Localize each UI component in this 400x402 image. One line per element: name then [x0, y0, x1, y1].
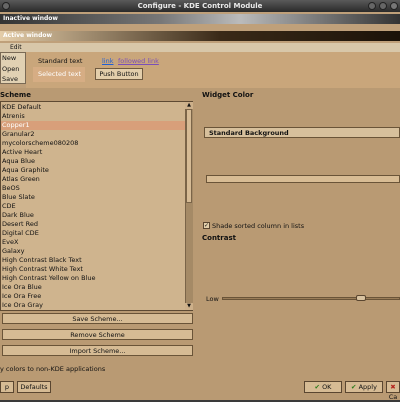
scheme-list-item[interactable]: High Contrast Black Text: [1, 256, 187, 265]
scheme-list-item[interactable]: Ice Ora Gray: [1, 301, 187, 310]
menu-item-open[interactable]: Open: [2, 64, 26, 74]
window-title: Configure - KDE Control Module: [137, 2, 263, 10]
scheme-list-item[interactable]: Active Heart: [1, 148, 187, 157]
active-window-label: Active window: [3, 32, 53, 39]
widget-color-label: Widget Color: [202, 91, 254, 99]
contrast-label: Contrast: [202, 234, 236, 242]
menu-item-save[interactable]: Save: [2, 74, 26, 84]
inactive-window-titlebar[interactable]: Inactive window: [0, 14, 400, 24]
import-scheme-button[interactable]: Import Scheme...: [2, 345, 193, 356]
maximize-icon[interactable]: [379, 2, 387, 10]
defaults-label: Defaults: [20, 383, 48, 391]
contrast-slider-track[interactable]: [222, 297, 400, 300]
apply-label: Apply: [358, 383, 377, 391]
ok-button[interactable]: ✔ OK: [304, 381, 342, 393]
scheme-list-item[interactable]: Ice Ora Blue: [1, 283, 187, 292]
scheme-list-item[interactable]: Aqua Blue: [1, 157, 187, 166]
ok-label: OK: [322, 383, 332, 391]
scroll-up-icon[interactable]: ▲: [185, 102, 193, 109]
widget-color-combo[interactable]: Standard Background: [204, 127, 400, 138]
active-window-titlebar[interactable]: Active window: [0, 31, 400, 41]
save-scheme-label: Save Scheme...: [72, 315, 123, 323]
scheme-list-item[interactable]: High Contrast White Text: [1, 265, 187, 274]
shade-sorted-label: Shade sorted column in lists: [212, 222, 305, 230]
menu-item-edit[interactable]: Edit: [10, 44, 22, 51]
scheme-list-item[interactable]: Copper1: [1, 121, 187, 130]
scheme-list[interactable]: KDE Default Atrenis Copper1 Granular2 mycolo…: [0, 101, 193, 311]
window-menu-icon[interactable]: [2, 2, 10, 10]
scheme-list-item[interactable]: KDE Default: [1, 103, 187, 112]
contrast-low-label: Low: [206, 295, 219, 303]
color-swatch-button[interactable]: [206, 175, 400, 183]
save-scheme-button[interactable]: Save Scheme...: [2, 313, 193, 324]
push-button-sample[interactable]: Push Button: [95, 68, 143, 80]
standard-text-label: Standard text: [38, 57, 83, 65]
close-icon[interactable]: [390, 2, 398, 10]
scroll-thumb[interactable]: [186, 109, 192, 203]
selected-text-sample[interactable]: Selected text: [33, 67, 85, 82]
scheme-list-item[interactable]: mycolorscheme080208: [1, 139, 187, 148]
remove-scheme-button[interactable]: Remove Scheme: [2, 329, 193, 340]
help-button[interactable]: p: [0, 381, 14, 393]
scheme-list-item[interactable]: High Contrast Yellow on Blue: [1, 274, 187, 283]
remove-scheme-label: Remove Scheme: [70, 331, 125, 339]
scheme-header: Scheme: [0, 91, 31, 99]
scheme-list-item[interactable]: BeOS: [1, 184, 187, 193]
scheme-list-item[interactable]: Granular2: [1, 130, 187, 139]
apply-button[interactable]: ✔ Apply: [345, 381, 383, 393]
inactive-window-label: Inactive window: [3, 15, 58, 22]
minimize-icon[interactable]: [368, 2, 376, 10]
scheme-list-item[interactable]: Blue Slate: [1, 193, 187, 202]
preview-popup-menu[interactable]: New Open Save: [0, 52, 26, 84]
cancel-button[interactable]: ✖ Ca: [386, 381, 400, 401]
menu-item-new[interactable]: New: [2, 53, 26, 63]
link-text[interactable]: link: [102, 57, 114, 65]
contrast-slider-handle[interactable]: [356, 295, 367, 301]
scheme-list-item[interactable]: Atlas Green: [1, 175, 187, 184]
preview-menubar[interactable]: Edit: [0, 43, 400, 52]
scroll-down-icon[interactable]: ▼: [185, 303, 193, 310]
scheme-list-item[interactable]: Dark Blue: [1, 211, 187, 220]
scheme-list-item[interactable]: Digital CDE: [1, 229, 187, 238]
defaults-button[interactable]: Defaults: [17, 381, 51, 393]
help-label: p: [4, 383, 10, 391]
scheme-list-item[interactable]: Ice Ora Free: [1, 292, 187, 301]
scheme-list-item[interactable]: CDE: [1, 202, 187, 211]
apply-colors-label: y colors to non-KDE applications: [0, 365, 106, 373]
import-scheme-label: Import Scheme...: [69, 347, 126, 355]
window-titlebar[interactable]: Configure - KDE Control Module: [0, 0, 400, 12]
scheme-list-item[interactable]: Atrenis: [1, 112, 187, 121]
scheme-list-item[interactable]: EveX: [1, 238, 187, 247]
shade-sorted-checkbox[interactable]: ✓: [203, 222, 210, 229]
apply-check-icon: ✔: [351, 383, 357, 391]
scheme-list-item[interactable]: Aqua Graphite: [1, 166, 187, 175]
cancel-x-icon: ✖: [390, 383, 396, 391]
scheme-list-item[interactable]: Galaxy: [1, 247, 187, 256]
ok-check-icon: ✔: [314, 383, 320, 391]
scheme-list-item[interactable]: Desert Red: [1, 220, 187, 229]
followed-link-text[interactable]: followed link: [118, 57, 159, 65]
